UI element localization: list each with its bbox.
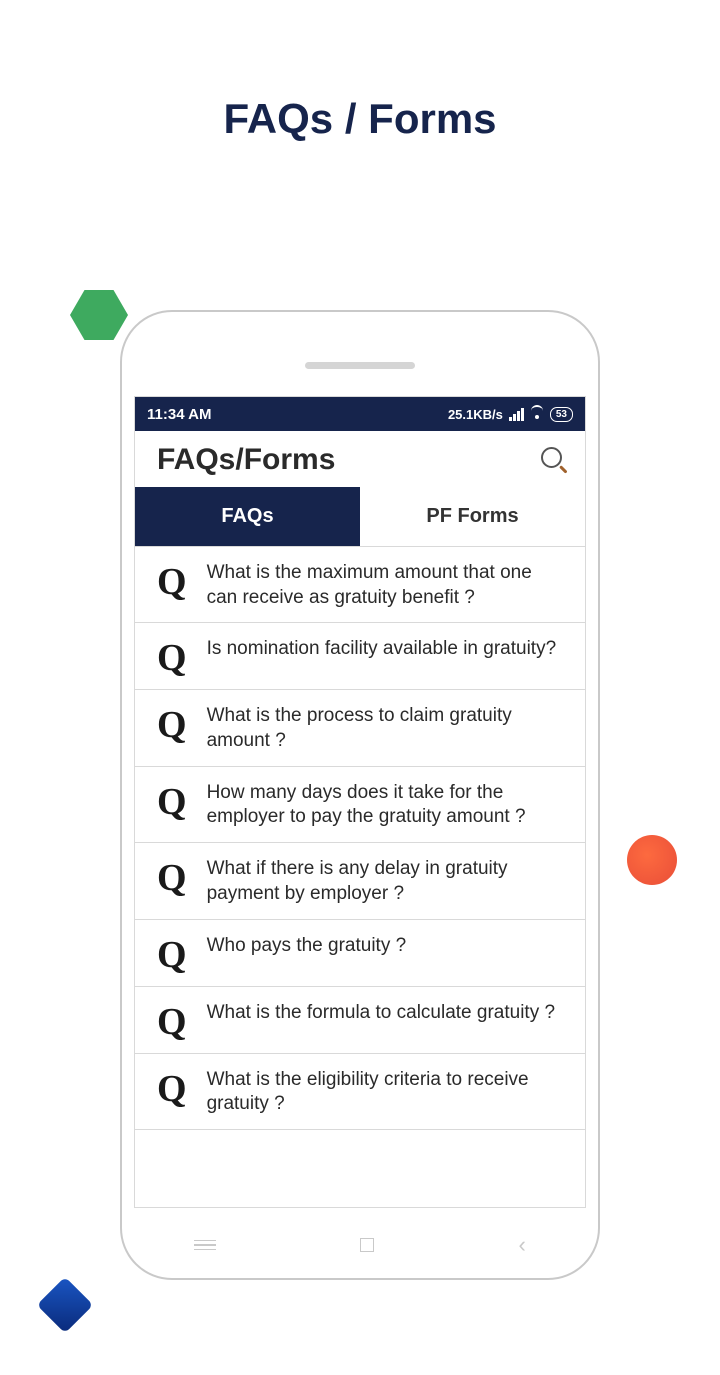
status-time: 11:34 AM [147, 406, 211, 423]
q-icon: Q [157, 639, 187, 677]
q-icon: Q [157, 936, 187, 974]
faq-question-text: What if there is any delay in gratuity p… [207, 855, 567, 906]
header-title: FAQs/Forms [157, 443, 335, 477]
app-header: FAQs/Forms [135, 431, 585, 487]
faq-item[interactable]: Q What is the maximum amount that one ca… [135, 547, 585, 623]
q-icon: Q [157, 1003, 187, 1041]
status-right: 25.1KB/s 53 [448, 407, 573, 422]
phone-speaker [305, 362, 415, 369]
faq-item[interactable]: Q Who pays the gratuity ? [135, 920, 585, 987]
q-icon: Q [157, 859, 187, 897]
faq-question-text: What is the formula to calculate gratuit… [207, 999, 556, 1026]
phone-screen: 11:34 AM 25.1KB/s 53 FAQs/Forms FAQs PF … [134, 396, 586, 1208]
search-icon[interactable] [541, 447, 567, 473]
decor-circle [627, 835, 677, 885]
decor-hexagon [70, 290, 128, 340]
faq-question-text: What is the eligibility criteria to rece… [207, 1066, 567, 1117]
faq-item[interactable]: Q What is the process to claim gratuity … [135, 690, 585, 766]
faq-question-text: How many days does it take for the emplo… [207, 779, 567, 830]
q-icon: Q [157, 563, 187, 601]
nav-home-icon[interactable] [360, 1238, 374, 1252]
faq-question-text: Who pays the gratuity ? [207, 932, 407, 959]
android-nav-bar: ‹ [122, 1232, 598, 1258]
faq-item[interactable]: Q Is nomination facility available in gr… [135, 623, 585, 690]
tab-pf-forms[interactable]: PF Forms [360, 487, 585, 546]
phone-frame: 11:34 AM 25.1KB/s 53 FAQs/Forms FAQs PF … [120, 310, 600, 1280]
status-speed: 25.1KB/s [448, 407, 503, 422]
faq-item[interactable]: Q What is the eligibility criteria to re… [135, 1054, 585, 1130]
faq-item[interactable]: Q What if there is any delay in gratuity… [135, 843, 585, 919]
q-icon: Q [157, 706, 187, 744]
wifi-icon [530, 409, 544, 419]
decor-diamond [37, 1277, 94, 1334]
faq-item[interactable]: Q How many days does it take for the emp… [135, 767, 585, 843]
battery-icon: 53 [550, 407, 573, 422]
q-icon: Q [157, 1070, 187, 1108]
faq-question-text: What is the process to claim gratuity am… [207, 702, 567, 753]
nav-recent-icon[interactable] [194, 1240, 216, 1251]
faq-question-text: Is nomination facility available in grat… [207, 635, 557, 662]
faq-list: Q What is the maximum amount that one ca… [135, 547, 585, 1130]
tab-faqs[interactable]: FAQs [135, 487, 360, 546]
faq-question-text: What is the maximum amount that one can … [207, 559, 567, 610]
status-bar: 11:34 AM 25.1KB/s 53 [135, 397, 585, 431]
tab-bar: FAQs PF Forms [135, 487, 585, 547]
faq-item[interactable]: Q What is the formula to calculate gratu… [135, 987, 585, 1054]
nav-back-icon[interactable]: ‹ [519, 1232, 526, 1258]
q-icon: Q [157, 783, 187, 821]
signal-icon [509, 408, 524, 421]
page-title: FAQs / Forms [0, 95, 720, 143]
